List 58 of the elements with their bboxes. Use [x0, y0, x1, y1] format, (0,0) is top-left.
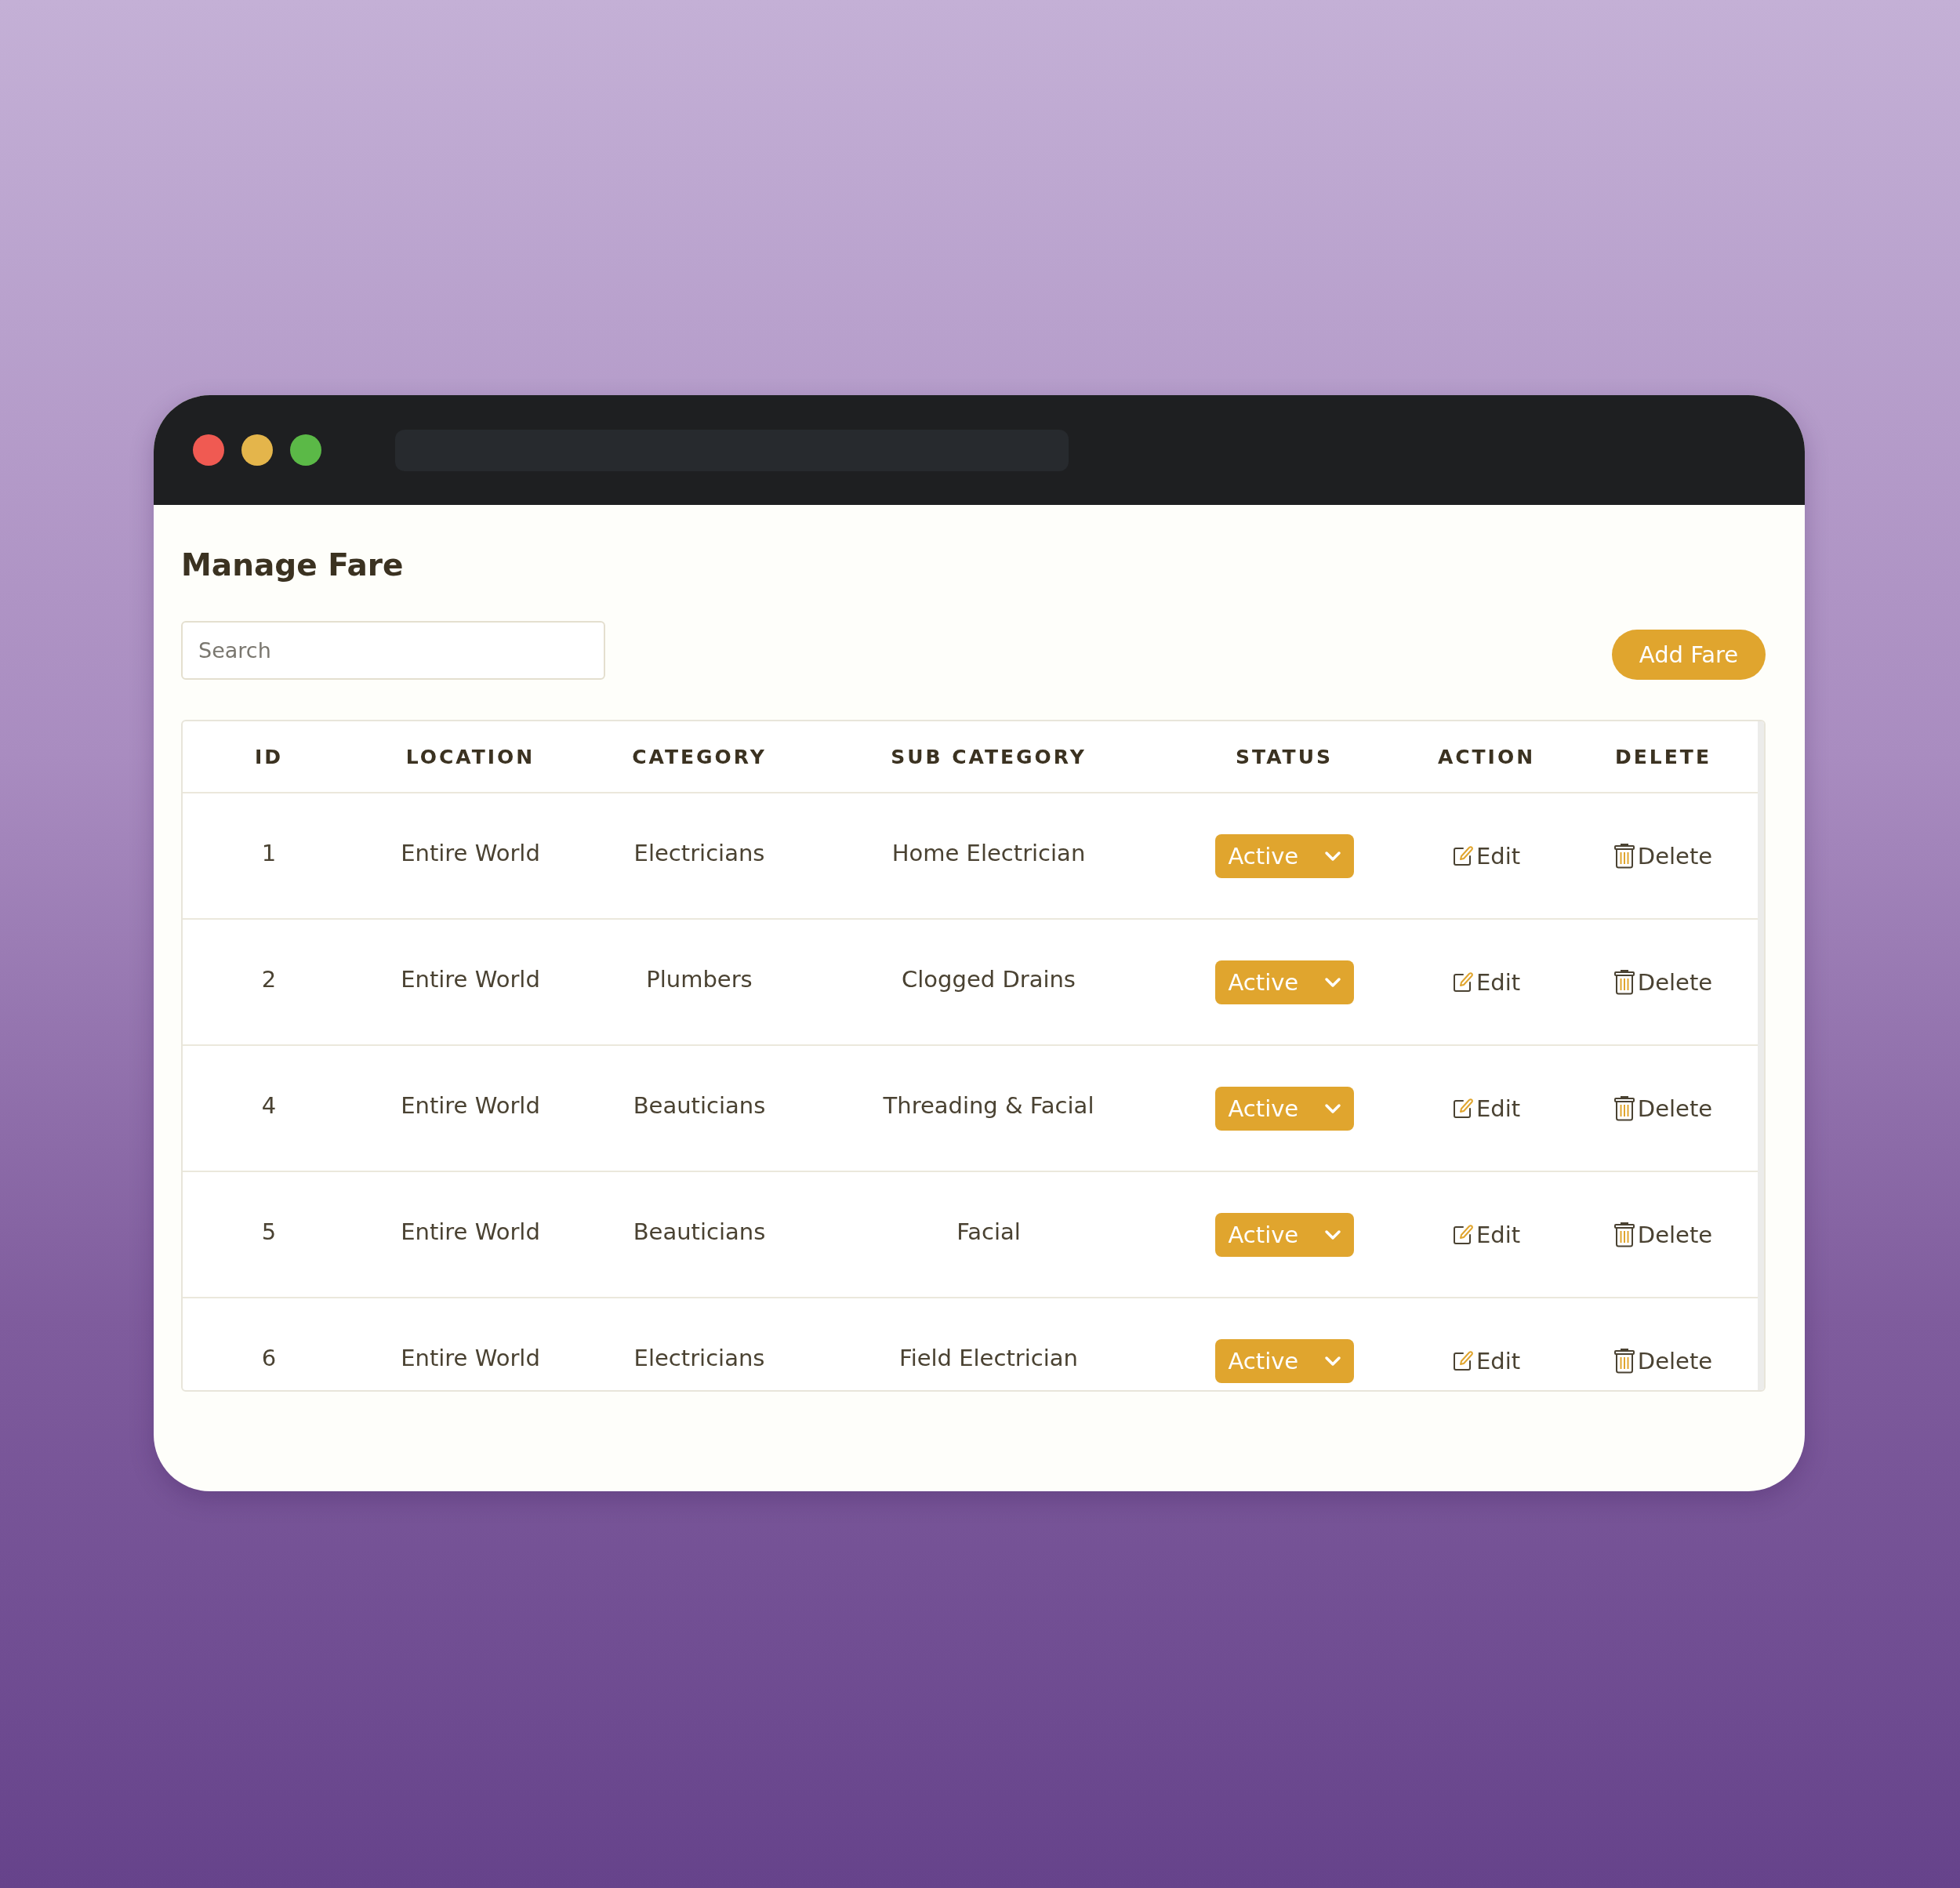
location-cell: Entire World [401, 1091, 540, 1119]
delete-button[interactable]: Delete [1613, 1347, 1713, 1374]
edit-icon [1452, 971, 1473, 993]
category-cell: Beauticians [633, 1091, 766, 1119]
edit-icon [1452, 1224, 1473, 1245]
id-cell: 1 [261, 839, 277, 866]
column-header: STATUS [1236, 745, 1333, 768]
column-header: SUB CATEGORY [891, 745, 1087, 768]
edit-button[interactable]: Edit [1452, 1221, 1521, 1248]
search-field[interactable]: Search [181, 621, 605, 680]
trash-icon [1613, 1095, 1635, 1121]
page-title: Manage Fare [181, 546, 404, 584]
trash-icon [1613, 1348, 1635, 1374]
scrollbar[interactable] [1758, 721, 1764, 1390]
category-cell: Plumbers [646, 965, 753, 993]
trash-icon [1613, 969, 1635, 995]
category-cell: Electricians [633, 839, 765, 866]
category-cell: Beauticians [633, 1218, 766, 1245]
delete-button[interactable]: Delete [1613, 842, 1713, 870]
location-cell: Entire World [401, 965, 540, 993]
sub-category-cell: Home Electrician [891, 839, 1086, 866]
edit-icon [1452, 1350, 1473, 1371]
trash-icon [1613, 1222, 1635, 1247]
location-cell: Entire World [401, 1344, 540, 1371]
trash-icon [1613, 843, 1635, 869]
location-cell: Entire World [401, 839, 540, 866]
chevron-down-icon [1323, 976, 1341, 988]
edit-button[interactable]: Edit [1452, 1095, 1521, 1122]
delete-button[interactable]: Delete [1613, 1095, 1713, 1122]
chevron-down-icon [1323, 1355, 1341, 1367]
column-header: DELETE [1615, 745, 1711, 768]
edit-button[interactable]: Edit [1452, 968, 1521, 996]
column-header: LOCATION [405, 745, 535, 768]
sub-category-cell: Facial [956, 1218, 1021, 1245]
edit-button[interactable]: Edit [1452, 842, 1521, 870]
delete-button[interactable]: Delete [1613, 1221, 1713, 1248]
category-cell: Electricians [633, 1344, 765, 1371]
maximize-icon[interactable] [290, 434, 321, 466]
sub-category-cell: Clogged Drains [902, 965, 1076, 993]
chevron-down-icon [1323, 850, 1341, 862]
sub-category-cell: Field Electrician [899, 1344, 1078, 1371]
edit-button[interactable]: Edit [1452, 1347, 1521, 1374]
id-cell: 4 [261, 1091, 277, 1119]
column-header: ID [254, 745, 284, 768]
chevron-down-icon [1323, 1102, 1341, 1114]
edit-icon [1452, 1098, 1473, 1119]
id-cell: 5 [261, 1218, 277, 1245]
column-header: CATEGORY [632, 745, 767, 768]
column-header: ACTION [1437, 745, 1536, 768]
close-icon[interactable] [193, 434, 224, 466]
location-cell: Entire World [401, 1218, 540, 1245]
id-cell: 6 [261, 1344, 277, 1371]
minimize-icon[interactable] [241, 434, 273, 466]
delete-button[interactable]: Delete [1613, 968, 1713, 996]
chevron-down-icon [1323, 1229, 1341, 1240]
edit-icon [1452, 845, 1473, 866]
id-cell: 2 [261, 965, 277, 993]
sub-category-cell: Threading & Facial [883, 1091, 1094, 1119]
